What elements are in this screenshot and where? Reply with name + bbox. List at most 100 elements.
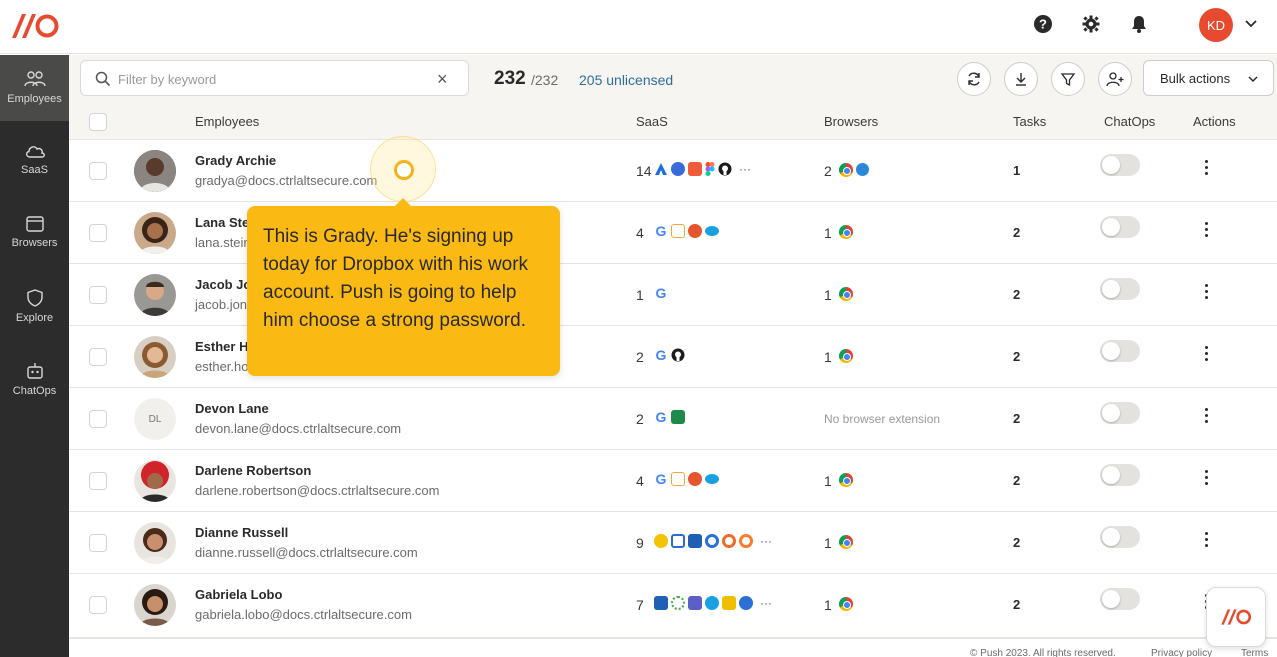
employee-email: gradya@docs.ctrlaltsecure.com bbox=[195, 173, 378, 188]
privacy-policy-link[interactable]: Privacy policy bbox=[1151, 648, 1212, 657]
unlicensed-link[interactable]: 205 unlicensed bbox=[579, 72, 673, 88]
sidebar-item-explore[interactable]: Explore bbox=[0, 274, 69, 340]
search-box[interactable]: × bbox=[80, 60, 469, 96]
add-user-icon bbox=[1106, 72, 1124, 87]
clear-search-icon[interactable]: × bbox=[437, 69, 448, 90]
table-row[interactable]: Dianne Russell dianne.russell@docs.ctrla… bbox=[69, 512, 1277, 574]
employee-name[interactable]: Dianne Russell bbox=[195, 525, 288, 540]
row-checkbox[interactable] bbox=[89, 286, 107, 304]
app-icon bbox=[705, 534, 719, 548]
row-checkbox[interactable] bbox=[89, 472, 107, 490]
guide-hotspot[interactable] bbox=[370, 136, 436, 202]
table-row[interactable]: Gabriela Lobo gabriela.lobo@docs.ctrlalt… bbox=[69, 574, 1277, 638]
employee-name[interactable]: Gabriela Lobo bbox=[195, 587, 282, 602]
row-actions-menu-icon[interactable] bbox=[1200, 346, 1212, 366]
employee-email: esther.ho bbox=[195, 359, 249, 374]
column-browsers[interactable]: Browsers bbox=[824, 114, 878, 129]
push-logo-icon bbox=[1221, 609, 1252, 625]
push-widget-button[interactable] bbox=[1206, 587, 1266, 647]
chatops-toggle[interactable] bbox=[1100, 340, 1140, 362]
search-input[interactable] bbox=[118, 69, 418, 89]
sidebar-item-chatops[interactable]: ChatOps bbox=[0, 347, 69, 413]
chatops-toggle[interactable] bbox=[1100, 402, 1140, 424]
task-count: 1 bbox=[1013, 163, 1021, 178]
push-logo[interactable] bbox=[10, 12, 60, 45]
help-icon[interactable]: ? bbox=[1033, 14, 1053, 34]
task-count: 2 bbox=[1013, 225, 1021, 240]
avatar bbox=[134, 522, 176, 564]
row-checkbox[interactable] bbox=[89, 596, 107, 614]
saas-count: 7 bbox=[636, 597, 644, 613]
column-saas[interactable]: SaaS bbox=[636, 114, 668, 129]
svg-text:G: G bbox=[656, 410, 667, 424]
sidebar-item-employees[interactable]: Employees bbox=[0, 55, 69, 121]
employee-name[interactable]: Esther H bbox=[195, 339, 248, 354]
chrome-icon bbox=[839, 535, 853, 549]
user-avatar[interactable]: KD bbox=[1199, 8, 1233, 42]
row-checkbox[interactable] bbox=[89, 224, 107, 242]
chatops-toggle[interactable] bbox=[1100, 464, 1140, 486]
app-icon bbox=[739, 534, 753, 548]
saas-app-icons: ··· bbox=[654, 534, 772, 548]
column-employees[interactable]: Employees bbox=[195, 114, 259, 129]
figma-icon bbox=[705, 162, 715, 176]
chatops-toggle[interactable] bbox=[1100, 526, 1140, 548]
app-icon bbox=[705, 596, 719, 610]
table-row[interactable]: Darlene Robertson darlene.robertson@docs… bbox=[69, 450, 1277, 512]
bell-icon[interactable] bbox=[1129, 14, 1149, 34]
chevron-down-icon bbox=[1247, 73, 1259, 88]
sidebar-item-saas[interactable]: SaaS bbox=[0, 128, 69, 194]
table-row[interactable]: DL Devon Lane devon.lane@docs.ctrlaltsec… bbox=[69, 388, 1277, 450]
svg-text:G: G bbox=[656, 348, 667, 362]
chatops-toggle[interactable] bbox=[1100, 216, 1140, 238]
row-actions-menu-icon[interactable] bbox=[1200, 284, 1212, 304]
row-checkbox[interactable] bbox=[89, 534, 107, 552]
terms-link[interactable]: Terms bbox=[1241, 648, 1268, 657]
refresh-button[interactable] bbox=[957, 62, 991, 96]
row-actions-menu-icon[interactable] bbox=[1200, 470, 1212, 490]
sidebar-item-browsers[interactable]: Browsers bbox=[0, 201, 69, 267]
row-checkbox[interactable] bbox=[89, 348, 107, 366]
row-actions-menu-icon[interactable] bbox=[1200, 532, 1212, 552]
employee-name[interactable]: Darlene Robertson bbox=[195, 463, 311, 478]
bulk-actions-button[interactable]: Bulk actions bbox=[1143, 60, 1274, 96]
chatops-toggle[interactable] bbox=[1100, 278, 1140, 300]
filter-button[interactable] bbox=[1051, 62, 1085, 96]
google-icon: G bbox=[656, 224, 667, 238]
saas-count: 2 bbox=[636, 349, 644, 365]
employee-name[interactable]: Grady Archie bbox=[195, 153, 276, 168]
saas-app-icons: G bbox=[654, 472, 719, 486]
saas-count: 4 bbox=[636, 225, 644, 241]
cloud-icon bbox=[25, 146, 45, 158]
employee-name[interactable]: Jacob Jo bbox=[195, 277, 251, 292]
select-all-checkbox[interactable] bbox=[89, 113, 107, 131]
browser-count: 2 bbox=[824, 163, 832, 179]
table-row[interactable]: Grady Archie gradya@docs.ctrlaltsecure.c… bbox=[69, 140, 1277, 202]
add-user-button[interactable] bbox=[1098, 62, 1132, 96]
row-actions-menu-icon[interactable] bbox=[1200, 408, 1212, 428]
more-icon[interactable]: ··· bbox=[760, 534, 772, 548]
app-icon bbox=[688, 224, 702, 238]
chatops-toggle[interactable] bbox=[1100, 588, 1140, 610]
row-checkbox[interactable] bbox=[89, 410, 107, 428]
more-icon[interactable]: ··· bbox=[760, 596, 772, 610]
chrome-icon bbox=[839, 287, 853, 301]
more-icon[interactable]: ··· bbox=[739, 162, 751, 176]
row-actions-menu-icon[interactable] bbox=[1200, 222, 1212, 242]
download-button[interactable] bbox=[1004, 62, 1038, 96]
chevron-down-icon[interactable] bbox=[1244, 16, 1258, 35]
row-checkbox[interactable] bbox=[89, 162, 107, 180]
employee-name[interactable]: Devon Lane bbox=[195, 401, 269, 416]
employee-name[interactable]: Lana Ste bbox=[195, 215, 249, 230]
footer: © Push 2023. All rights reserved. Privac… bbox=[69, 638, 1277, 657]
column-tasks[interactable]: Tasks bbox=[1013, 114, 1046, 129]
row-actions-menu-icon[interactable] bbox=[1200, 160, 1212, 180]
task-count: 2 bbox=[1013, 349, 1021, 364]
google-icon: G bbox=[656, 472, 667, 486]
app-icon bbox=[671, 162, 685, 176]
refresh-icon bbox=[968, 72, 980, 86]
gear-icon[interactable] bbox=[1081, 14, 1101, 34]
saas-count: 1 bbox=[636, 287, 644, 303]
chatops-toggle[interactable] bbox=[1100, 154, 1140, 176]
saas-app-icons: G bbox=[654, 410, 685, 424]
